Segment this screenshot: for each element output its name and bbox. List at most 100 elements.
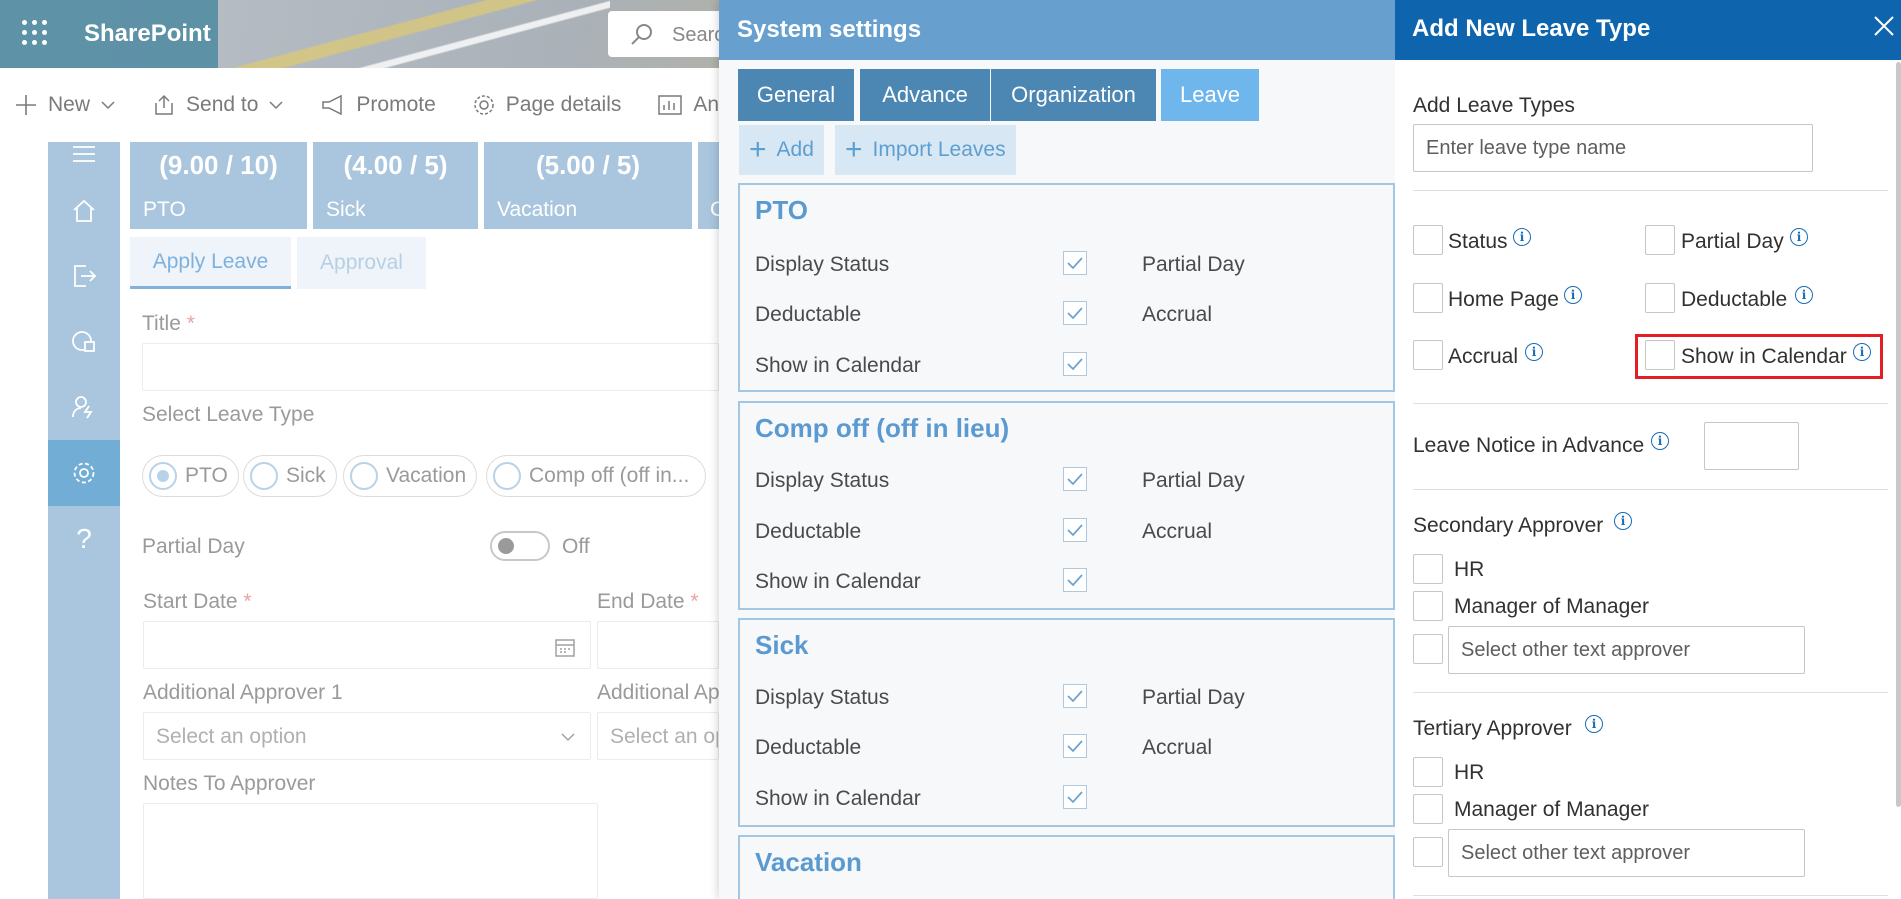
show-in-calendar-label: Show in Calendar [755,787,921,810]
notes-to-approver-textarea[interactable] [143,803,598,899]
divider [1413,895,1888,896]
additional-approver-2-select[interactable]: Select an op [597,712,719,760]
radio [250,462,278,490]
additional-approver-1-select[interactable]: Select an option [143,712,591,760]
info-icon[interactable]: i [1513,228,1531,246]
info-icon[interactable]: i [1564,286,1582,304]
close-icon[interactable] [1872,14,1896,38]
balance-tile-sick: (4.00 / 5) Sick [313,142,478,229]
divider [1413,692,1888,693]
secondary-manager-checkbox[interactable] [1413,591,1443,621]
leave-type-option-vacation[interactable]: Vacation [343,455,478,497]
show-in-calendar-checkbox[interactable] [1645,340,1675,370]
megaphone-icon [322,94,343,116]
home-icon[interactable] [48,178,120,244]
tab-organization[interactable]: Organization [991,69,1156,121]
leave-card-title: Comp off (off in lieu) [755,413,1010,443]
promote-button[interactable]: Promote [320,93,436,117]
partial-day-toggle[interactable] [490,531,550,561]
leave-type-option-sick[interactable]: Sick [243,455,337,497]
system-settings-title: System settings [737,16,922,43]
user-settings-icon[interactable] [48,374,120,440]
leave-card-title: Vacation [755,847,862,877]
panel-scrollbar[interactable] [1896,62,1901,807]
deductable-checkbox[interactable] [1645,283,1675,313]
tab-general[interactable]: General [738,69,854,121]
hamburger-icon[interactable] [48,142,120,166]
tab-advance[interactable]: Advance [860,69,990,121]
tertiary-manager-checkbox[interactable] [1413,794,1443,824]
send-to-button[interactable]: Send to [152,93,284,117]
additional-approver-1-label: Additional Approver 1 [143,681,343,704]
display-status-checkbox[interactable] [1063,251,1087,275]
tab-approval[interactable]: Approval [297,237,426,289]
title-input[interactable] [142,343,719,391]
tile-value: (4.00 / 5) [343,150,448,180]
radio [493,462,521,490]
calendar-icon[interactable] [554,636,576,658]
show-in-calendar-checkbox[interactable] [1063,785,1087,809]
page-details-button[interactable]: Page details [472,93,621,117]
status-checkbox[interactable] [1413,225,1443,255]
info-icon[interactable]: i [1651,432,1669,450]
deductable-checkbox[interactable] [1063,301,1087,325]
show-in-calendar-checkbox[interactable] [1063,568,1087,592]
deductable-checkbox[interactable] [1063,734,1087,758]
share-icon [155,94,173,115]
tertiary-hr-checkbox[interactable] [1413,757,1443,787]
info-icon[interactable]: i [1525,343,1543,361]
divider [1413,190,1888,191]
analytics-button[interactable]: An [657,93,719,117]
leave-type-name-input[interactable]: Enter leave type name [1413,124,1813,172]
add-leave-button[interactable]: + Add [739,125,824,175]
tile-name: Sick [326,198,366,221]
info-icon[interactable]: i [1853,343,1871,361]
app-name[interactable]: SharePoint [84,20,211,48]
partial-day-label: Partial Day [1681,230,1784,253]
app-launcher-icon[interactable] [22,20,48,46]
info-icon[interactable]: i [1585,715,1603,733]
leave-notice-input[interactable] [1704,422,1799,470]
end-date-input[interactable] [597,621,719,669]
accrual-checkbox[interactable] [1413,340,1443,370]
plus-icon: + [845,133,863,166]
import-leaves-button[interactable]: + Import Leaves [835,125,1016,175]
deductable-checkbox[interactable] [1063,518,1087,542]
add-leave-types-label: Add Leave Types [1413,94,1575,117]
tab-leave[interactable]: Leave [1161,69,1259,121]
report-icon[interactable] [48,308,120,374]
chevron-down-icon [101,101,115,110]
display-status-checkbox[interactable] [1063,684,1087,708]
secondary-approver-label: Secondary Approver [1413,514,1604,537]
command-bar: New Send to Promote Page details An [0,88,719,122]
show-in-calendar-checkbox[interactable] [1063,352,1087,376]
info-icon[interactable]: i [1614,512,1632,530]
leave-type-option-comp-off[interactable]: Comp off (off in... [486,455,706,497]
add-label: Add [776,138,814,161]
tertiary-other-checkbox[interactable] [1413,837,1443,867]
leave-exit-icon[interactable] [48,243,120,309]
tab-apply-leave[interactable]: Apply Leave [130,237,291,289]
partial-day-checkbox[interactable] [1645,225,1675,255]
info-icon[interactable]: i [1790,228,1808,246]
secondary-other-approver-input[interactable]: Select other text approver [1448,626,1805,674]
home-page-checkbox[interactable] [1413,283,1443,313]
secondary-other-checkbox[interactable] [1413,634,1443,664]
info-icon[interactable]: i [1795,286,1813,304]
analytics-label: An [693,93,720,116]
help-icon[interactable]: ? [48,506,120,572]
new-button[interactable]: New [14,93,116,117]
leave-card-comp-off: Comp off (off in lieu) Display Status Pa… [738,401,1395,610]
new-label: New [48,93,91,116]
display-status-checkbox[interactable] [1063,467,1087,491]
secondary-hr-checkbox[interactable] [1413,554,1443,584]
settings-gear-icon[interactable] [48,440,120,506]
deductable-label: Deductable [755,303,862,326]
leave-type-option-pto[interactable]: PTO [142,455,239,497]
secondary-other-placeholder: Select other text approver [1461,638,1691,661]
start-date-input[interactable] [143,621,591,669]
tertiary-other-approver-input[interactable]: Select other text approver [1448,829,1805,877]
partial-day-label: Partial Day [142,535,245,558]
end-date-label: End Date * [597,590,699,613]
display-status-label: Display Status [755,253,890,276]
